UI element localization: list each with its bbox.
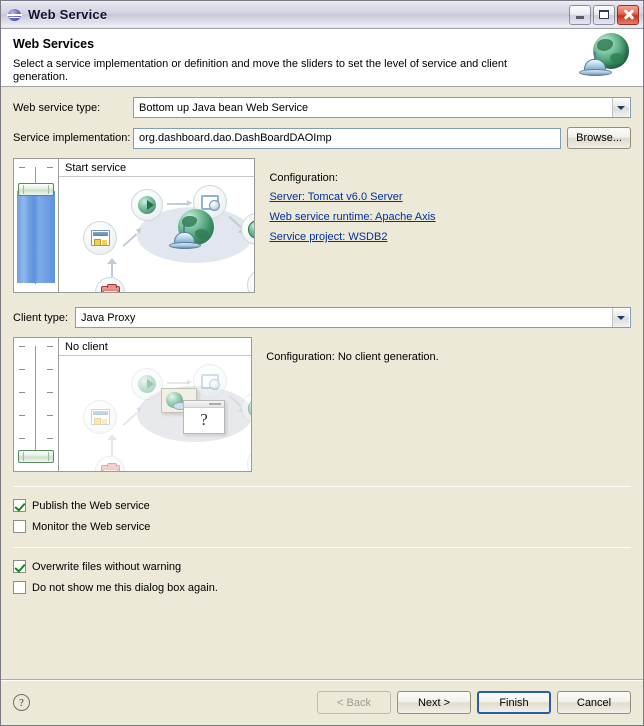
web-service-type-value: Bottom up Java bean Web Service bbox=[139, 101, 309, 114]
wizard-banner: Web Services Select a service implementa… bbox=[1, 29, 643, 87]
close-icon[interactable] bbox=[617, 4, 639, 25]
deploy-icon-node bbox=[131, 368, 163, 400]
service-stage-title: Start service bbox=[59, 159, 255, 177]
service-project-link[interactable]: Service project: WSDB2 bbox=[269, 231, 387, 243]
web-service-wizard-window: Web Service Web Services Select a servic… bbox=[0, 0, 644, 726]
web-service-app-icon bbox=[7, 7, 23, 23]
client-stage-title: No client bbox=[59, 338, 252, 356]
wsdl-icon-node bbox=[83, 400, 117, 434]
overwrite-files-label: Overwrite files without warning bbox=[32, 560, 182, 573]
wsdl-icon-node bbox=[83, 221, 117, 255]
monitor-web-service-checkbox[interactable] bbox=[13, 520, 26, 533]
service-slider-thumb[interactable] bbox=[18, 183, 54, 196]
options-separator-top bbox=[13, 486, 631, 487]
runtime-config-link[interactable]: Web service runtime: Apache Axis bbox=[269, 211, 435, 223]
finish-button[interactable]: Finish bbox=[477, 691, 551, 714]
client-level-slider[interactable] bbox=[13, 337, 59, 472]
deploy-icon-node bbox=[131, 189, 163, 221]
overwrite-files-row[interactable]: Overwrite files without warning bbox=[13, 560, 631, 573]
client-type-row: Client type: Java Proxy bbox=[13, 307, 631, 328]
client-panel-group: No client ? Configuration: No client gen… bbox=[13, 337, 631, 472]
client-type-combo[interactable]: Java Proxy bbox=[75, 307, 631, 328]
service-implementation-label: Service implementation: bbox=[13, 132, 131, 144]
browse-button[interactable]: Browse... bbox=[567, 127, 631, 149]
page-description: Select a service implementation or defin… bbox=[13, 58, 508, 84]
next-button[interactable]: Next > bbox=[397, 691, 471, 714]
client-type-label: Client type: bbox=[13, 311, 69, 324]
publish-web-service-row[interactable]: Publish the Web service bbox=[13, 499, 631, 512]
service-implementation-row: Service implementation: org.dashboard.da… bbox=[13, 127, 631, 149]
client-configuration-text: Configuration: No client generation. bbox=[266, 351, 439, 363]
web-service-type-combo[interactable]: Bottom up Java bean Web Service bbox=[133, 97, 631, 118]
service-panel-group: Start service Configuration: Server: Tom… bbox=[13, 158, 631, 293]
document-icon-node bbox=[247, 269, 255, 292]
title-bar: Web Service bbox=[1, 1, 643, 29]
back-button: < Back bbox=[317, 691, 391, 714]
service-stage: Start service bbox=[59, 158, 256, 293]
client-stage-art: ? bbox=[59, 356, 252, 471]
client-stage: No client ? bbox=[59, 337, 253, 472]
web-service-type-row: Web service type: Bottom up Java bean We… bbox=[13, 97, 631, 118]
page-title: Web Services bbox=[13, 37, 95, 51]
document-icon-node bbox=[247, 448, 252, 471]
window-controls bbox=[569, 4, 641, 25]
service-implementation-input[interactable]: org.dashboard.dao.DashBoardDAOImp bbox=[133, 127, 562, 149]
web-service-globe-icon bbox=[579, 33, 631, 83]
service-level-slider[interactable] bbox=[13, 158, 59, 293]
service-configuration: Configuration: Server: Tomcat v6.0 Serve… bbox=[255, 158, 631, 293]
service-stage-art bbox=[59, 177, 255, 292]
do-not-show-again-row[interactable]: Do not show me this dialog box again. bbox=[13, 581, 631, 594]
do-not-show-again-label: Do not show me this dialog box again. bbox=[32, 581, 218, 594]
service-globe-icon bbox=[169, 209, 215, 255]
client-slider-ticks bbox=[14, 346, 58, 463]
options-separator-bottom bbox=[13, 547, 631, 548]
publish-web-service-label: Publish the Web service bbox=[32, 499, 150, 512]
do-not-show-again-checkbox[interactable] bbox=[13, 581, 26, 594]
client-slider-thumb[interactable] bbox=[18, 450, 54, 463]
chevron-down-icon[interactable] bbox=[612, 308, 629, 327]
wizard-body: Web service type: Bottom up Java bean We… bbox=[1, 87, 643, 679]
monitor-web-service-row[interactable]: Monitor the Web service bbox=[13, 520, 631, 533]
help-icon[interactable]: ? bbox=[13, 694, 30, 711]
toolbox-icon-node bbox=[95, 277, 125, 292]
toolbox-icon-node bbox=[95, 456, 125, 471]
service-configuration-heading: Configuration: bbox=[269, 172, 338, 184]
maximize-icon[interactable] bbox=[593, 4, 615, 25]
server-config-link[interactable]: Server: Tomcat v6.0 Server bbox=[269, 191, 402, 203]
wizard-button-bar: ? < Back Next > Finish Cancel bbox=[1, 679, 643, 725]
cancel-button[interactable]: Cancel bbox=[557, 691, 631, 714]
client-type-value: Java Proxy bbox=[81, 311, 136, 324]
client-configuration: Configuration: No client generation. bbox=[252, 337, 631, 472]
publish-web-service-checkbox[interactable] bbox=[13, 499, 26, 512]
window-title: Web Service bbox=[28, 7, 108, 22]
overwrite-files-checkbox[interactable] bbox=[13, 560, 26, 573]
no-client-illustration: ? bbox=[161, 382, 225, 444]
chevron-down-icon[interactable] bbox=[612, 98, 629, 117]
web-service-type-label: Web service type: bbox=[13, 101, 101, 114]
service-slider-fill bbox=[17, 191, 55, 283]
monitor-web-service-label: Monitor the Web service bbox=[32, 520, 151, 533]
minimize-icon[interactable] bbox=[569, 4, 591, 25]
